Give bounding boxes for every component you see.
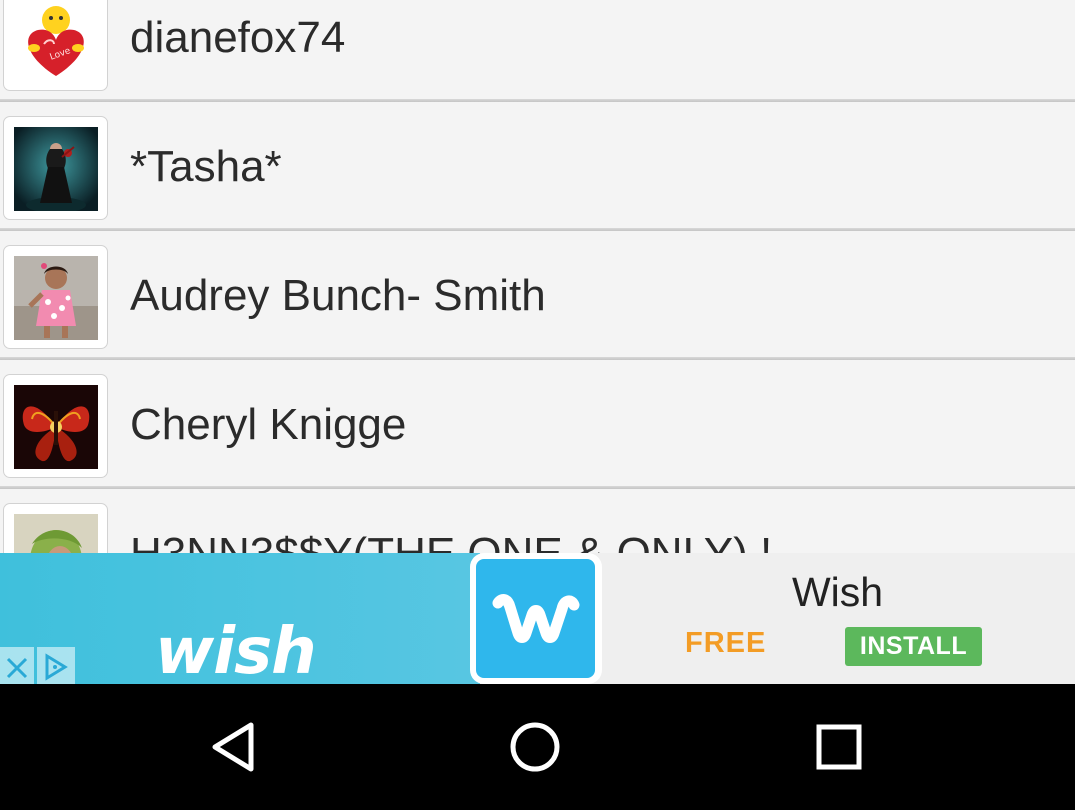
adchoices-icon[interactable] bbox=[37, 647, 75, 684]
recents-square-icon[interactable] bbox=[809, 717, 869, 777]
contact-list[interactable]: Love dianefox74 *Tasha* Audrey Bunch- Sm… bbox=[0, 0, 1075, 553]
avatar bbox=[3, 374, 108, 478]
ad-price-label: FREE bbox=[685, 627, 767, 659]
toddler-pink-dress-photo bbox=[14, 256, 98, 340]
green-hair-photo bbox=[14, 514, 98, 553]
navigation-bar bbox=[0, 684, 1075, 810]
avatar bbox=[3, 245, 108, 349]
app-screen: Love dianefox74 *Tasha* Audrey Bunch- Sm… bbox=[0, 0, 1075, 810]
close-icon[interactable] bbox=[0, 647, 34, 684]
contact-row[interactable]: Love dianefox74 bbox=[0, 0, 1075, 102]
contact-name: H3NN3$$Y(THE ONE & ONLY) ! bbox=[130, 489, 772, 553]
avatar bbox=[3, 116, 108, 220]
ad-brand-wordmark: wish bbox=[155, 615, 317, 684]
home-circle-icon[interactable] bbox=[505, 717, 565, 777]
contact-row[interactable]: H3NN3$$Y(THE ONE & ONLY) ! bbox=[0, 489, 1075, 553]
install-button[interactable]: INSTALL bbox=[845, 627, 982, 666]
love-heart-emoji-icon: Love bbox=[14, 0, 98, 82]
wish-app-logo-icon[interactable] bbox=[470, 553, 602, 684]
contact-row[interactable]: Audrey Bunch- Smith bbox=[0, 231, 1075, 360]
contact-name: *Tasha* bbox=[130, 142, 282, 191]
contact-name: Audrey Bunch- Smith bbox=[130, 271, 546, 320]
ad-banner[interactable]: wish Wish FREE INSTALL bbox=[0, 553, 1075, 684]
back-triangle-icon[interactable] bbox=[205, 717, 265, 777]
contact-name: Cheryl Knigge bbox=[130, 400, 407, 449]
contact-row[interactable]: *Tasha* bbox=[0, 102, 1075, 231]
ad-app-title: Wish bbox=[791, 569, 884, 615]
avatar bbox=[3, 503, 108, 553]
avatar: Love bbox=[3, 0, 108, 91]
woman-dark-dress-photo bbox=[14, 127, 98, 211]
contact-name: dianefox74 bbox=[130, 13, 346, 62]
red-butterfly-photo bbox=[14, 385, 98, 469]
contact-row[interactable]: Cheryl Knigge bbox=[0, 360, 1075, 489]
